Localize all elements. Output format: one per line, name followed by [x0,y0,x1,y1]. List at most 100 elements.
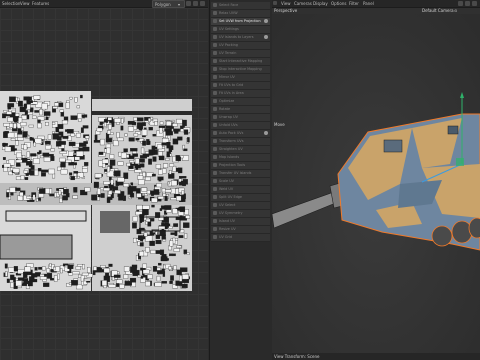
uv-island [74,97,78,103]
uv-island [28,124,34,128]
command-item[interactable]: UV Terrain [211,50,270,58]
settings-gear-icon[interactable] [264,19,268,23]
uv-island [74,156,81,161]
command-item[interactable]: Select Face [211,2,270,10]
uv-island [103,122,107,127]
uv-island [24,110,28,115]
uv-island [82,166,88,169]
uv-island [136,193,142,198]
move-view-icon[interactable] [458,1,463,6]
vp-menu-display[interactable]: Display [313,1,328,6]
uv-island [103,267,110,273]
uv-island [12,116,20,121]
settings-gear-icon[interactable] [264,131,268,135]
command-item[interactable]: Map Islands [211,154,270,162]
command-item[interactable]: Unwrap UV [211,114,270,122]
viewport-icon[interactable] [273,1,277,5]
uv-island [178,235,184,239]
command-item[interactable]: Projection Tools [211,162,270,170]
uv-menu-view[interactable]: View [20,1,30,6]
command-item[interactable]: UV Symmetry [211,210,270,218]
uv-island [49,263,52,267]
3d-viewport[interactable]: Move [272,14,480,354]
command-item[interactable]: Fit UVs to Grid [211,82,270,90]
camera-icon[interactable]: ⊙ [454,8,457,13]
command-icon [213,11,217,15]
uv-island [183,222,190,228]
uv-island [164,196,168,201]
uv-island [183,148,188,152]
uv-island [174,230,178,236]
uv-island [176,269,182,276]
maximize-icon[interactable] [472,1,477,6]
command-item[interactable]: Fit UVs in Area [211,90,270,98]
uv-island [142,209,149,215]
uv-island [140,147,145,154]
uv-island [58,190,62,195]
uv-island [175,188,179,195]
command-item[interactable]: Weld UV [211,186,270,194]
uv-island [106,166,110,173]
uv-island [24,266,31,272]
command-label: UV Symmetry [219,211,243,215]
uv-island [134,169,142,173]
uv-island [81,272,89,276]
maximize-icon[interactable] [200,1,205,6]
uv-island [133,133,139,137]
uv-island [34,110,40,113]
vp-menu-cameras[interactable]: Cameras [294,1,312,6]
command-item[interactable]: Stop Interactive Mapping [211,66,270,74]
uv-island [148,158,152,165]
command-item[interactable]: Transfer UV Islands [211,170,270,178]
uv-island [141,187,148,192]
command-item[interactable]: Mirror UV [211,74,270,82]
uv-canvas[interactable] [0,8,208,360]
camera-name[interactable]: Default Camera [422,8,454,13]
uv-island [62,195,68,201]
uv-menu-features[interactable]: Features [32,1,49,6]
uv-island [26,196,32,199]
uv-menu-selection[interactable]: Selection [2,1,20,6]
uv-island [127,120,135,125]
command-item[interactable]: Unfold UVs [211,122,270,130]
command-item[interactable]: Set UVW from Projection [211,18,270,26]
command-item[interactable]: Optimize [211,98,270,106]
command-item[interactable]: Rotate [211,106,270,114]
command-item[interactable]: Start Interactive Mapping [211,58,270,66]
command-item[interactable]: UV Packing [211,42,270,50]
command-item[interactable]: Transform UVs [211,138,270,146]
uv-island [184,209,189,215]
vp-menu-panel[interactable]: Panel [363,1,374,6]
settings-gear-icon[interactable] [264,35,268,39]
command-item[interactable]: Relax UVW [211,10,270,18]
command-item[interactable]: Auto Pack UVs [211,130,270,138]
lock-icon[interactable] [186,1,191,6]
viewport-panel: View Cameras Display Options Filter Pane… [272,0,480,360]
uv-island [172,208,178,215]
uv-island [142,205,150,210]
command-item[interactable]: UV Settings [211,26,270,34]
uv-mode-dropdown[interactable]: Polygon ▾ [152,0,185,8]
uv-island [130,266,137,273]
command-item[interactable]: UV Islands to Layers [211,34,270,42]
uv-island [9,187,16,193]
command-item[interactable]: Split UV Edge [211,194,270,202]
uv-island [173,128,180,132]
uv-island [34,267,38,271]
vp-menu-view[interactable]: View [281,1,291,6]
uv-island [155,250,161,254]
command-item[interactable]: UV Grid [211,234,270,242]
uv-island [128,165,134,169]
uv-island [120,152,127,159]
grid-icon[interactable] [193,1,198,6]
command-item[interactable]: Straighten UV [211,146,270,154]
command-item[interactable]: Scale UV [211,178,270,186]
command-icon [213,203,217,207]
rotate-view-icon[interactable] [465,1,470,6]
command-item[interactable]: Island UV [211,218,270,226]
vp-menu-options[interactable]: Options [331,1,346,6]
uv-island [20,122,27,127]
vp-menu-filter[interactable]: Filter [349,1,359,6]
command-item[interactable]: UV Select [211,202,270,210]
command-item[interactable]: Resize UV [211,226,270,234]
